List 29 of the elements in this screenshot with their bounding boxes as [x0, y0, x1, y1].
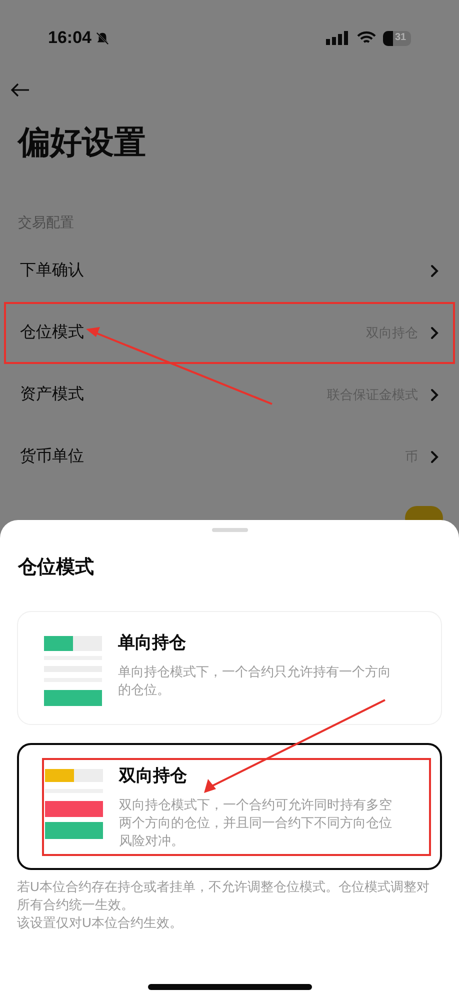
- signal-icon: [326, 31, 350, 45]
- chevron-right-icon: [430, 326, 439, 340]
- sheet-title: 仓位模式: [16, 556, 95, 580]
- mode-option-card[interactable]: 单向持仓 单向持仓模式下，一个合约只允许持有一个方向的仓位。: [17, 610, 442, 724]
- chevron-right-icon: [430, 450, 439, 464]
- note-text: 该设置仅对U本位合约生效。: [17, 914, 184, 932]
- status-time: 16:04: [48, 27, 92, 50]
- sheet-handle[interactable]: [212, 528, 248, 532]
- back-arrow-icon[interactable]: [10, 83, 30, 97]
- battery-level: 31: [395, 33, 406, 43]
- one-way-position-illustration: [44, 636, 102, 706]
- muted-bell-icon: [95, 30, 110, 46]
- option-description: 双向持仓模式下，一个合约可允许同时持有多空两个方向的仓位，并且同一合约下不同方向仓位风险对冲。: [119, 796, 393, 850]
- option-title: 单向持仓: [118, 632, 187, 654]
- row-label: 下单确认: [20, 261, 84, 281]
- hedge-position-illustration: [45, 768, 103, 838]
- settings-row[interactable]: 下单确认: [4, 240, 455, 302]
- wifi-icon: [357, 31, 376, 45]
- note-text: 若U本位合约存在持仓或者挂单，不允许调整仓位模式。仓位模式调整对所有合约统一生效。: [17, 878, 430, 914]
- battery-icon: [383, 30, 411, 46]
- row-label: 货币单位: [20, 446, 84, 467]
- option-description: 单向持仓模式下，一个合约只允许持有一个方向的仓位。: [118, 663, 392, 699]
- chevron-right-icon: [430, 388, 439, 402]
- mode-option-card[interactable]: 双向持仓 双向持仓模式下，一个合约可允许同时持有多空两个方向的仓位，并且同一合约下不同方向仓位风险对冲。: [17, 742, 442, 870]
- row-label: 资产模式: [20, 384, 84, 405]
- row-label: 仓位模式: [20, 322, 84, 343]
- page-title: 偏好设置: [16, 123, 147, 162]
- option-title: 双向持仓: [119, 764, 188, 786]
- chevron-right-icon: [430, 264, 439, 278]
